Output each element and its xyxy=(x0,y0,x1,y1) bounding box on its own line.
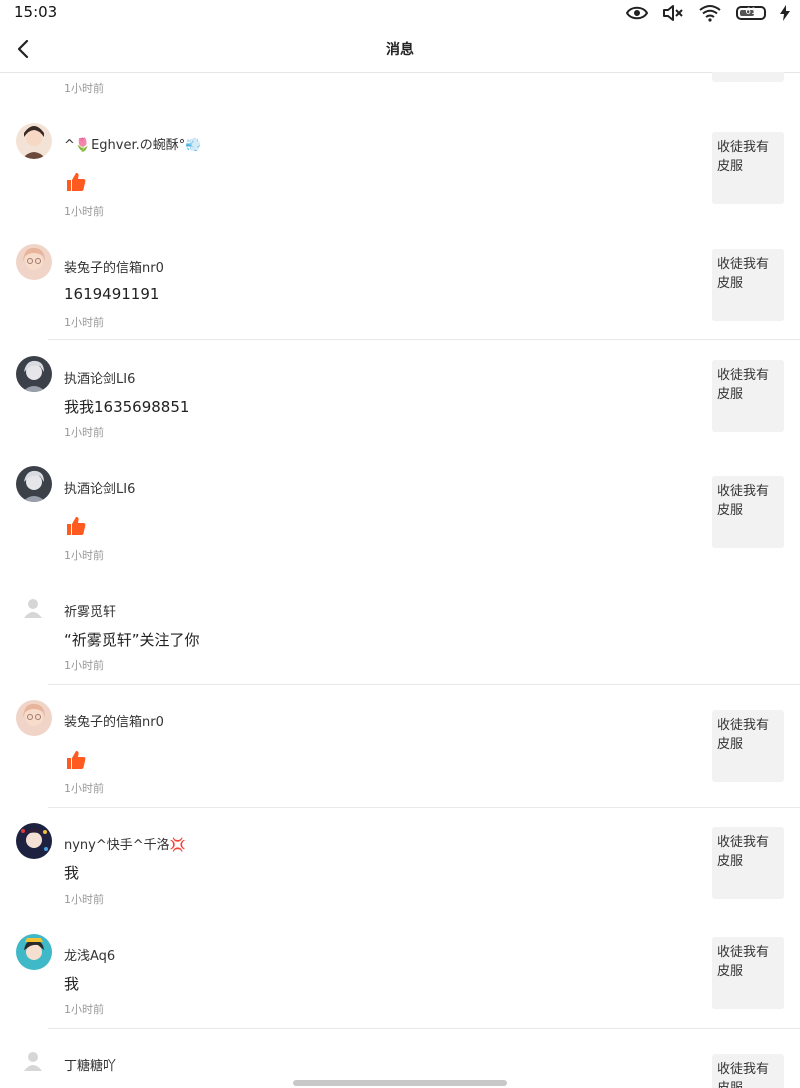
username[interactable]: 执酒论剑LI6 xyxy=(64,368,135,387)
battery-icon: 61 xyxy=(736,6,766,20)
divider xyxy=(48,1028,800,1029)
time-label: 1小时前 xyxy=(64,893,104,906)
username[interactable]: 装兔子的信箱nr0 xyxy=(64,257,164,276)
message-text: 我 xyxy=(64,975,80,993)
thumbs-up-icon xyxy=(66,172,86,192)
person-icon[interactable] xyxy=(22,1050,44,1072)
thumbs-up-icon xyxy=(66,516,86,536)
avatar[interactable] xyxy=(16,244,52,280)
time-label: 1小时前 xyxy=(64,782,104,795)
username[interactable]: 龙浅Aq6 xyxy=(64,945,115,964)
post-thumbnail[interactable]: 收徒我有皮服 xyxy=(712,360,784,432)
message-text: “祈雾觅轩”关注了你 xyxy=(64,631,200,649)
time-label: 1小时前 xyxy=(64,82,104,95)
avatar[interactable] xyxy=(16,356,52,392)
divider xyxy=(48,807,800,808)
battery-level: 61 xyxy=(745,7,757,17)
post-thumbnail[interactable]: 收徒我有皮服 xyxy=(712,937,784,1009)
post-thumbnail[interactable]: 收徒我有皮服 xyxy=(712,476,784,548)
post-thumbnail[interactable]: 收徒我有皮服 xyxy=(712,249,784,321)
charging-icon xyxy=(780,5,790,21)
post-thumbnail[interactable] xyxy=(712,72,784,82)
time-label: 1小时前 xyxy=(64,426,104,439)
time-label: 1小时前 xyxy=(64,659,104,672)
message-text: 我 xyxy=(64,864,80,882)
message-text: 我我1635698851 xyxy=(64,398,190,416)
home-indicator[interactable] xyxy=(293,1080,507,1086)
post-thumbnail[interactable]: 收徒我有皮服 xyxy=(712,710,784,782)
volume-muted-icon xyxy=(662,4,684,22)
username[interactable]: 装兔子的信箱nr0 xyxy=(64,711,164,730)
username[interactable]: 执酒论剑LI6 xyxy=(64,478,135,497)
username[interactable]: nyny^快手^千洛💢 xyxy=(64,834,186,853)
username[interactable]: ^🌷Eghver.の蜿酥°💨 xyxy=(64,134,201,153)
time-label: 1小时前 xyxy=(64,316,104,329)
top-bar: 消息 xyxy=(0,26,800,73)
status-icons: 61 xyxy=(626,2,790,24)
status-bar: 15:03 61 xyxy=(0,0,800,26)
wifi-icon xyxy=(698,4,722,22)
person-icon[interactable] xyxy=(22,597,44,619)
username[interactable]: 丁糖糖吖 xyxy=(64,1055,116,1074)
message-list[interactable]: 1小时前 ^🌷Eghver.の蜿酥°💨 1小时前 收徒我有皮服 装兔子的信箱nr… xyxy=(0,72,800,1088)
status-time: 15:03 xyxy=(14,3,58,21)
username[interactable]: 祈雾觅轩 xyxy=(64,601,116,620)
time-label: 1小时前 xyxy=(64,549,104,562)
eye-icon xyxy=(626,5,648,21)
time-label: 1小时前 xyxy=(64,205,104,218)
avatar[interactable] xyxy=(16,466,52,502)
time-label: 1小时前 xyxy=(64,1003,104,1016)
page-title: 消息 xyxy=(386,42,414,58)
post-thumbnail[interactable]: 收徒我有皮服 xyxy=(712,827,784,899)
post-thumbnail[interactable]: 收徒我有皮服 xyxy=(712,132,784,204)
avatar[interactable] xyxy=(16,823,52,859)
post-thumbnail[interactable]: 收徒我有皮服 xyxy=(712,1054,784,1088)
avatar[interactable] xyxy=(16,700,52,736)
divider xyxy=(48,339,800,340)
avatar[interactable] xyxy=(16,123,52,159)
message-text: 1619491191 xyxy=(64,285,160,303)
avatar[interactable] xyxy=(16,934,52,970)
thumbs-up-icon xyxy=(66,750,86,770)
divider xyxy=(48,684,800,685)
